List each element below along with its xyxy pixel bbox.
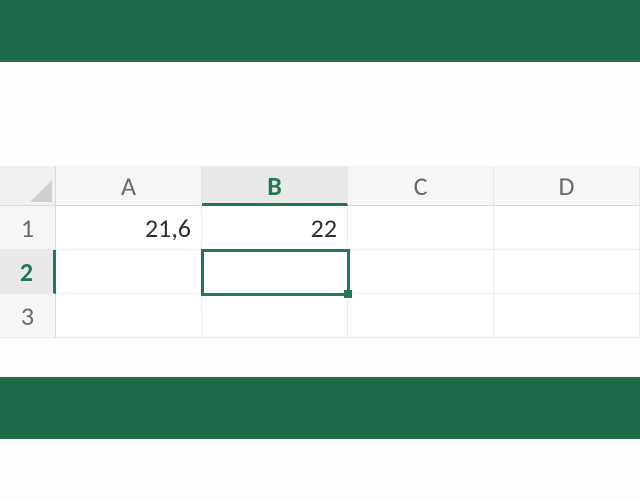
decorative-bar-bottom <box>0 377 640 439</box>
fill-handle[interactable] <box>344 290 352 298</box>
select-all-triangle-icon <box>30 180 52 202</box>
select-all-corner[interactable] <box>0 166 56 206</box>
row-header-1[interactable]: 1 <box>0 206 56 250</box>
row-1: 1 21,6 22 <box>0 206 640 250</box>
column-header-A[interactable]: A <box>56 166 202 206</box>
cell-D3[interactable] <box>494 294 640 338</box>
cell-A2[interactable] <box>56 250 202 294</box>
decorative-bar-top <box>0 0 640 62</box>
cell-B1[interactable]: 22 <box>202 206 348 250</box>
cell-C2[interactable] <box>348 250 494 294</box>
spreadsheet-grid: A B C D 1 21,6 22 2 3 <box>0 166 640 338</box>
row-header-2[interactable]: 2 <box>0 250 56 294</box>
cell-C3[interactable] <box>348 294 494 338</box>
column-header-row: A B C D <box>0 166 640 206</box>
cell-A3[interactable] <box>56 294 202 338</box>
cell-A1[interactable]: 21,6 <box>56 206 202 250</box>
cell-D2[interactable] <box>494 250 640 294</box>
column-header-C[interactable]: C <box>348 166 494 206</box>
row-header-3[interactable]: 3 <box>0 294 56 338</box>
column-header-D[interactable]: D <box>494 166 640 206</box>
cell-D1[interactable] <box>494 206 640 250</box>
cell-B3[interactable] <box>202 294 348 338</box>
column-header-B[interactable]: B <box>202 166 348 206</box>
row-3: 3 <box>0 294 640 338</box>
cell-B2[interactable] <box>202 250 348 294</box>
row-2: 2 <box>0 250 640 294</box>
cell-C1[interactable] <box>348 206 494 250</box>
